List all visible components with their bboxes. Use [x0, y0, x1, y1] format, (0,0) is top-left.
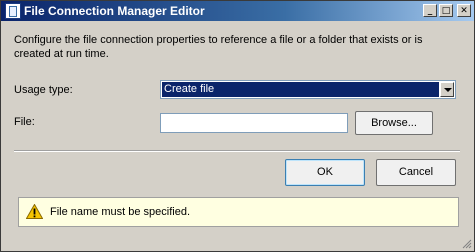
minimize-icon: _: [427, 6, 433, 16]
ok-button[interactable]: OK: [285, 159, 365, 186]
usage-type-selected-value: Create file: [162, 82, 439, 97]
usage-type-select[interactable]: Create file: [160, 80, 456, 99]
file-input[interactable]: [160, 113, 348, 133]
maximize-button[interactable]: □: [439, 4, 453, 17]
file-connection-manager-editor-window: File Connection Manager Editor _ □ ✕ Con…: [0, 0, 475, 252]
title-bar[interactable]: File Connection Manager Editor _ □ ✕: [1, 1, 474, 21]
resize-grip-icon[interactable]: [461, 238, 472, 249]
minimize-button[interactable]: _: [423, 4, 437, 17]
file-label: File:: [14, 116, 35, 128]
validation-message-text: File name must be specified.: [50, 206, 191, 218]
usage-type-label: Usage type:: [14, 84, 73, 96]
close-icon: ✕: [460, 6, 468, 16]
dropdown-arrow-icon[interactable]: [440, 82, 454, 97]
dialog-content: Configure the file connection properties…: [1, 21, 474, 251]
file-connection-icon: [5, 3, 21, 19]
description-text: Configure the file connection properties…: [14, 34, 423, 60]
close-button[interactable]: ✕: [457, 4, 471, 17]
validation-message: File name must be specified.: [18, 197, 459, 227]
browse-button[interactable]: Browse...: [355, 111, 433, 135]
cancel-button[interactable]: Cancel: [376, 159, 456, 186]
warning-icon: [26, 204, 43, 219]
window-title: File Connection Manager Editor: [24, 4, 205, 18]
maximize-icon: □: [441, 6, 451, 16]
separator: [14, 150, 460, 152]
